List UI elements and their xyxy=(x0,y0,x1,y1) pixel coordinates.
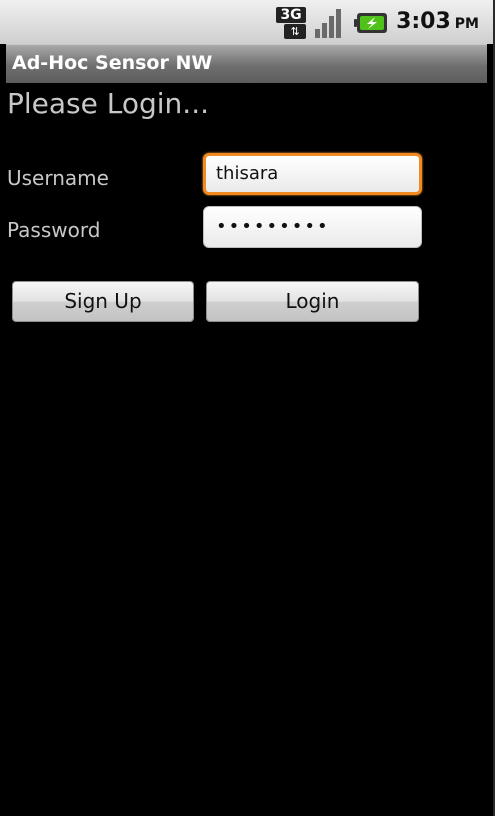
status-icons: 3G ⇅ 3:03 PM xyxy=(276,6,479,40)
status-bar: 3G ⇅ 3:03 PM xyxy=(0,0,495,44)
password-label: Password xyxy=(7,218,101,242)
signal-bars-icon xyxy=(315,9,342,38)
username-input[interactable]: thisara xyxy=(203,153,422,195)
clock-ampm: PM xyxy=(454,16,479,32)
status-clock: 3:03 PM xyxy=(396,5,479,41)
password-input[interactable]: ••••••••• xyxy=(203,206,422,248)
app-screen: 3G ⇅ 3:03 PM Ad-Hoc Sensor NW Please Log… xyxy=(0,0,495,816)
username-label: Username xyxy=(7,166,109,190)
network-type-label: 3G xyxy=(276,7,307,23)
clock-time: 3:03 xyxy=(396,9,451,34)
sign-up-button[interactable]: Sign Up xyxy=(12,281,194,322)
login-button[interactable]: Login xyxy=(206,281,419,322)
network-activity-icon: ⇅ xyxy=(284,24,307,39)
network-3g-icon: 3G ⇅ xyxy=(276,7,307,39)
app-title: Ad-Hoc Sensor NW xyxy=(12,52,213,74)
battery-charging-icon xyxy=(354,13,388,33)
app-title-bar: Ad-Hoc Sensor NW xyxy=(6,44,487,83)
login-heading: Please Login... xyxy=(7,87,210,120)
